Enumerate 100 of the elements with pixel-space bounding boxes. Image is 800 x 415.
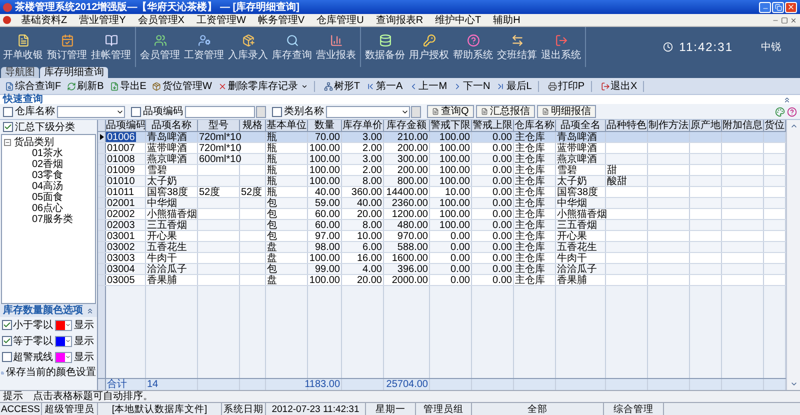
collapse-icon[interactable] xyxy=(86,306,94,314)
toolbar-button[interactable]: 挂帐管理 xyxy=(89,34,133,60)
table-row[interactable]: 02003 三五香烟 包 60.00 8.00 480.00 100.00 0.00 主仓库 三五香烟 xyxy=(98,220,786,231)
column-header[interactable]: 警戒上限 xyxy=(472,120,514,131)
tree-item[interactable]: 06点心 xyxy=(4,203,64,214)
menu-item[interactable]: 基础资料Z xyxy=(15,14,74,26)
toolbar-button[interactable]: 库存查询 xyxy=(270,34,314,60)
table-row[interactable]: 03002 五香花生 盘 98.00 6.00 588.00 0.00 0.00 主仓库 五香花生 xyxy=(98,242,786,253)
column-header[interactable]: 规格 xyxy=(240,120,266,131)
tab[interactable]: 导航图 xyxy=(1,67,39,78)
checkbox[interactable] xyxy=(3,106,13,116)
toolbar-button[interactable]: 退出X xyxy=(598,80,640,92)
checkbox[interactable] xyxy=(2,336,12,346)
help-icon[interactable] xyxy=(787,106,797,116)
toolbar-button[interactable]: 开单收银 xyxy=(1,34,45,60)
column-header[interactable]: 品项名称 xyxy=(146,120,198,131)
toolbar-button[interactable]: 退出系统 xyxy=(539,34,583,60)
table-row[interactable]: 01006 青岛啤酒 720ml*10 瓶 70.00 3.00 210.00 100.00 0.00 主仓库 青岛啤酒 xyxy=(98,132,786,143)
toolbar-button[interactable]: 工资管理 xyxy=(182,34,226,60)
scroll-up-icon[interactable] xyxy=(790,122,798,130)
table-row[interactable]: 03005 香果脯 盘 100.00 20.00 2000.00 0.00 0.00 主仓库 香果脯 xyxy=(98,275,786,286)
checkbox[interactable] xyxy=(131,106,141,116)
toolbar-button[interactable]: 树形T xyxy=(320,80,364,92)
column-header[interactable]: 基本单位 xyxy=(266,120,308,131)
toolbar-button[interactable]: 货位管理W xyxy=(149,80,215,92)
menu-item[interactable]: 帐务管理V xyxy=(252,14,311,26)
column-header[interactable]: 型号 xyxy=(198,120,240,131)
table-row[interactable]: 02002 小熊猫香烟 包 60.00 20.00 1200.00 100.00 0.00 主仓库 小熊猫香烟 xyxy=(98,209,786,220)
table-row[interactable]: 03003 牛肉干 盘 100.00 16.00 1600.00 0.00 0.00 主仓库 牛肉干 xyxy=(98,253,786,264)
table-row[interactable]: 03001 开心果 包 97.00 10.00 970.00 0.00 0.00 主仓库 开心果 xyxy=(98,231,786,242)
close-icon[interactable] xyxy=(790,16,797,24)
column-header[interactable]: 品种特色 xyxy=(606,120,648,131)
maximize-icon[interactable] xyxy=(781,16,788,24)
dropdown-field[interactable] xyxy=(57,106,125,118)
column-header[interactable]: 附加信息 xyxy=(722,120,764,131)
restore-icon[interactable] xyxy=(772,2,784,12)
tree-item[interactable]: 01茶水 xyxy=(4,148,64,159)
toolbar-button[interactable]: 导出E xyxy=(106,80,150,92)
query-button[interactable]: 查询Q xyxy=(427,105,474,118)
lookup-button[interactable] xyxy=(256,106,266,118)
input-field[interactable] xyxy=(185,106,255,118)
scroll-down-icon[interactable] xyxy=(790,380,798,388)
toolbar-button[interactable]: 用户授权 xyxy=(407,34,451,60)
table-row[interactable]: 01011 国窖38度 52度 52度 瓶 40.00 360.00 14400.00 10.00 0.00 主仓库 国窖38度 xyxy=(98,187,786,198)
toolbar-button[interactable]: 最后L xyxy=(493,80,535,92)
table-row[interactable]: 03004 洽洽瓜子 包 99.00 4.00 396.00 0.00 0.00 主仓库 洽洽瓜子 xyxy=(98,264,786,275)
tree-item[interactable]: 07服务类 xyxy=(4,214,74,225)
tab[interactable]: 库存明细查询 xyxy=(40,67,108,78)
toolbar-button[interactable]: 上一M xyxy=(406,80,450,92)
menu-item[interactable]: 工资管理W xyxy=(190,14,252,26)
palette-icon[interactable] xyxy=(775,106,785,116)
toolbar-button[interactable]: 会员管理 xyxy=(138,34,182,60)
tree-item[interactable]: 02香烟 xyxy=(4,159,64,170)
minimize-icon[interactable] xyxy=(759,2,771,12)
tree-item[interactable]: 货品类别 xyxy=(14,137,54,148)
toolbar-button[interactable]: 交班结算 xyxy=(495,34,539,60)
collapse-icon[interactable] xyxy=(783,96,791,104)
toolbar-button[interactable]: 下一N xyxy=(450,80,494,92)
menu-item[interactable]: 营业管理Y xyxy=(73,14,132,26)
toolbar-button[interactable]: 帮助系统 xyxy=(451,34,495,60)
toolbar-button[interactable]: 数据备份 xyxy=(363,34,407,60)
column-header[interactable]: 数量 xyxy=(308,120,342,131)
toolbar-button[interactable]: 营业报表 xyxy=(314,34,358,60)
query-button[interactable]: 汇总报信 xyxy=(476,105,535,118)
scrollbar[interactable] xyxy=(786,120,800,390)
table-row[interactable]: 01010 太子奶 瓶 100.00 8.00 800.00 100.00 0.00 主仓库 太子奶 酸甜 xyxy=(98,176,786,187)
toolbar-button[interactable]: 删除零库存记录 xyxy=(214,80,311,92)
toolbar-button[interactable]: 打印P xyxy=(544,80,588,92)
color-picker[interactable] xyxy=(55,352,72,362)
color-picker[interactable] xyxy=(55,320,72,330)
row-header[interactable] xyxy=(98,132,106,142)
menu-item[interactable]: 仓库管理U xyxy=(310,14,370,26)
checkbox[interactable] xyxy=(272,106,282,116)
toolbar-button[interactable]: 入库录入 xyxy=(226,34,270,60)
checkbox[interactable] xyxy=(2,320,12,330)
column-header[interactable]: 品项全名 xyxy=(556,120,606,131)
toolbar-button[interactable]: 综合查询F xyxy=(2,80,64,92)
tree-item[interactable]: 05面食 xyxy=(4,192,64,203)
lookup-button[interactable] xyxy=(411,106,421,118)
dropdown-field[interactable] xyxy=(326,106,410,118)
tree-item[interactable]: 04高汤 xyxy=(4,181,64,192)
tree-item[interactable]: 03零食 xyxy=(4,170,64,181)
query-button[interactable]: 明细报信 xyxy=(536,105,596,118)
menu-item[interactable]: 维护中心T xyxy=(429,14,488,26)
column-header[interactable]: 警戒下限 xyxy=(430,120,472,131)
table-row[interactable]: 01008 燕京啤酒 600ml*10 瓶 100.00 3.00 300.00 100.00 0.00 主仓库 燕京啤酒 xyxy=(98,154,786,165)
menu-item[interactable]: 会员管理X xyxy=(132,14,190,26)
save-button[interactable]: 保存当前的颜色设置 xyxy=(0,367,97,378)
toolbar-button[interactable]: 第一A xyxy=(363,80,406,92)
table-row[interactable]: 02001 中华烟 包 59.00 40.00 2360.00 100.00 0.00 主仓库 中华烟 xyxy=(98,198,786,209)
toolbar-button[interactable]: 刷新B xyxy=(64,80,107,92)
tree-toggle-icon[interactable] xyxy=(4,139,11,146)
menu-item[interactable]: 查询报表R xyxy=(370,14,430,26)
table-row[interactable]: 01007 蓝带啤酒 720ml*10 瓶 100.00 2.00 200.00 100.00 0.00 主仓库 蓝带啤酒 xyxy=(98,143,786,154)
checkbox[interactable] xyxy=(2,352,12,362)
table-row[interactable]: 01009 雪碧 瓶 100.00 2.00 200.00 100.00 0.00 主仓库 雪碧 甜 xyxy=(98,165,786,176)
menu-item[interactable]: 辅助H xyxy=(487,14,526,26)
toolbar-button[interactable]: 预订管理 xyxy=(45,34,89,60)
color-picker[interactable] xyxy=(55,336,72,346)
checkbox[interactable] xyxy=(3,122,13,132)
